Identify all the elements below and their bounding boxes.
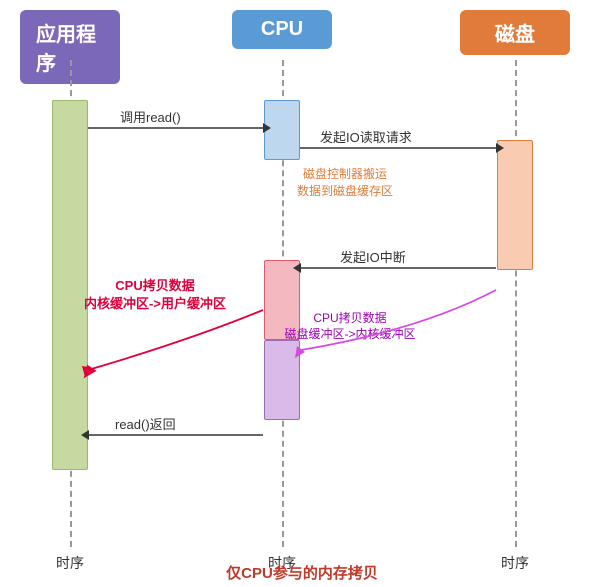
io-read-request-label: 发起IO读取请求 <box>320 130 412 145</box>
bar-cpu-mid <box>264 260 300 340</box>
disk-controller-label2: 数据到磁盘缓存区 <box>297 183 393 198</box>
header-disk-label: 磁盘 <box>495 18 535 47</box>
header-cpu-box: CPU <box>232 10 332 49</box>
bar-cpu-top <box>264 100 300 160</box>
read-return-label: read()返回 <box>115 417 176 432</box>
bar-disk <box>497 140 533 270</box>
dashed-line-disk <box>515 60 517 547</box>
arrows-overlay: 调用read() 发起IO读取请求 磁盘控制器搬运 数据到磁盘缓存区 发起IO中… <box>0 0 604 587</box>
header-disk-box: 磁盘 <box>460 10 570 55</box>
caption-text: 仅CPU参与的内存拷贝 <box>226 565 378 582</box>
diagram: 应用程序 CPU 磁盘 调用read() 发起IO读取请求 磁盘控制器搬运 数据… <box>0 0 604 587</box>
call-read-label: 调用read() <box>120 110 181 125</box>
bottom-caption: 仅CPU参与的内存拷贝 <box>0 562 604 583</box>
cpu-copy-kernel-label1: CPU拷贝数据 <box>115 278 194 293</box>
io-interrupt-label: 发起IO中断 <box>340 250 406 265</box>
bar-app <box>52 100 88 470</box>
cpu-copy-disk-label1: CPU拷贝数据 <box>313 310 386 325</box>
disk-controller-label1: 磁盘控制器搬运 <box>303 166 387 181</box>
cpu-copy-kernel-label2: 内核缓冲区->用户缓冲区 <box>84 296 226 311</box>
bar-cpu-bot <box>264 340 300 420</box>
header-cpu-label: CPU <box>261 18 303 41</box>
cpu-copy-disk-label2: 磁盘缓冲区->内核缓冲区 <box>284 326 415 341</box>
